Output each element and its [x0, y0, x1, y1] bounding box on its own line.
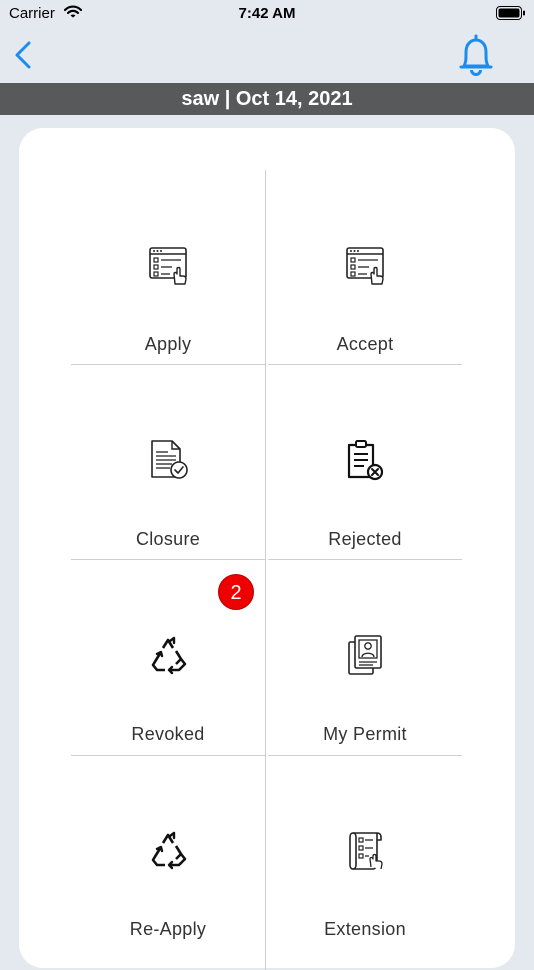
menu-item-label: Apply: [144, 334, 192, 354]
document-check-icon: [151, 440, 188, 479]
chevron-left-icon: [15, 41, 31, 69]
status-bar: Carrier 7:42 AM: [0, 0, 534, 28]
menu-item-re-apply[interactable]: Re-Apply: [70, 755, 266, 950]
menu-item-label: Extension: [324, 919, 406, 939]
menu-item-label: Rejected: [328, 529, 402, 549]
page-title: saw | Oct 14, 2021: [0, 83, 534, 115]
menu-item-rejected[interactable]: Rejected: [267, 365, 463, 560]
menu-item-label: Revoked: [131, 724, 205, 744]
menu-item-my-permit[interactable]: My Permit: [267, 560, 463, 755]
menu-item-label: My Permit: [323, 724, 407, 744]
menu-item-apply[interactable]: Apply: [70, 170, 266, 365]
recycle-icon: [151, 636, 187, 675]
battery-icon: [496, 6, 526, 25]
back-button[interactable]: [12, 40, 36, 70]
form-click-icon: [346, 247, 384, 285]
bell-icon: [459, 34, 493, 76]
menu-item-label: Re-Apply: [129, 919, 207, 939]
menu-item-closure[interactable]: Closure: [70, 365, 266, 560]
recycle-icon: [151, 831, 187, 870]
menu-item-label: Closure: [135, 529, 201, 549]
form-click-icon: [149, 247, 187, 285]
navigation-bar: [0, 28, 534, 82]
menu-item-accept[interactable]: Accept: [267, 170, 463, 365]
menu-item-label: Accept: [336, 334, 394, 354]
notification-count-badge: 2: [218, 574, 254, 610]
menu-card: Apply Accept Closure Rejected Revoked My…: [19, 128, 515, 970]
status-time: 7:42 AM: [238, 5, 296, 22]
notification-button[interactable]: [456, 34, 496, 76]
scroll-checklist-icon: [349, 832, 383, 870]
document-reject-icon: [347, 440, 384, 481]
menu-item-extension[interactable]: Extension: [267, 755, 463, 950]
id-card-icon: [348, 635, 382, 675]
